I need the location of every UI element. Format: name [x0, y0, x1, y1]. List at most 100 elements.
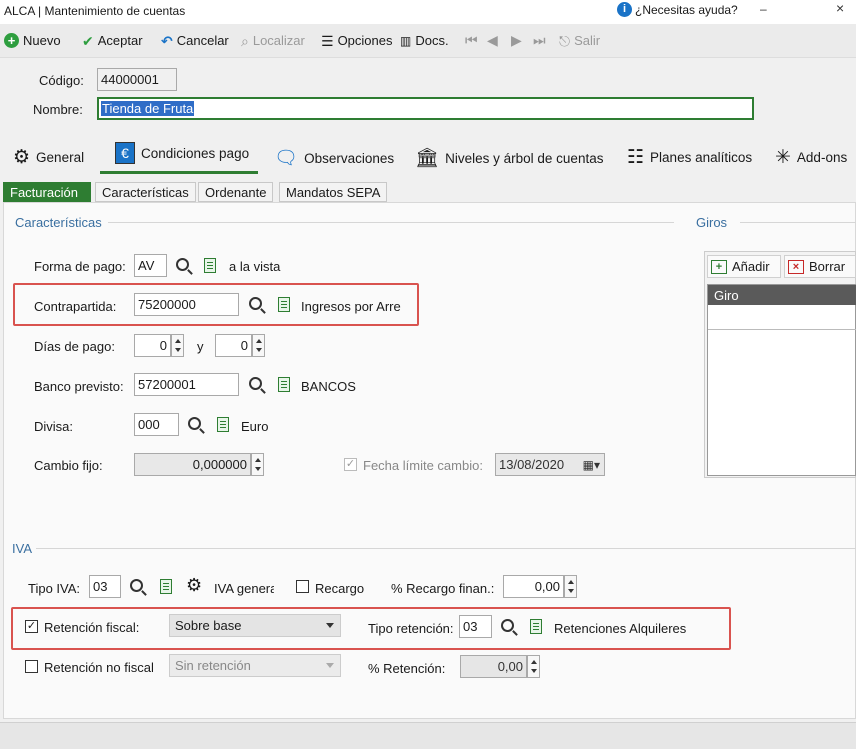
- fecha-limite-label: Fecha límite cambio:: [363, 458, 483, 473]
- options-button[interactable]: ☰ Opciones: [321, 33, 392, 48]
- cancel-button[interactable]: ↶ Cancelar: [161, 33, 229, 48]
- exit-icon: ⎋: [559, 32, 571, 49]
- search-icon[interactable]: [130, 579, 143, 592]
- tipo-retencion-field[interactable]: 03: [459, 615, 492, 638]
- divisa-desc: Euro: [241, 419, 269, 434]
- first-record-button[interactable]: ⏮: [465, 33, 478, 47]
- subtab-ordenante[interactable]: Ordenante: [198, 182, 274, 202]
- prev-icon: ◀: [487, 32, 498, 48]
- dias-pago-field-1[interactable]: 0: [134, 334, 171, 357]
- docs-button[interactable]: ▥ Docs.: [400, 33, 449, 48]
- document-icon[interactable]: [278, 377, 290, 392]
- euro-doc-icon: €: [115, 142, 135, 164]
- giros-row[interactable]: [708, 305, 856, 330]
- tipo-iva-field[interactable]: 03: [89, 575, 121, 598]
- tipo-iva-desc: IVA genera: [214, 581, 274, 596]
- document-icon[interactable]: [160, 579, 172, 594]
- retencion-no-fiscal-select[interactable]: Sin retención: [169, 654, 341, 677]
- calendar-icon[interactable]: ▦▾: [583, 457, 600, 474]
- nombre-field[interactable]: Tienda de Fruta: [97, 97, 754, 120]
- subtab-facturacion[interactable]: Facturación: [3, 182, 91, 202]
- close-button[interactable]: ×: [836, 0, 844, 16]
- giros-delete-button[interactable]: × Borrar: [784, 255, 856, 278]
- next-icon: ▶: [511, 32, 522, 48]
- last-icon: ⏭: [533, 32, 546, 48]
- search-icon: ⌕: [241, 32, 249, 49]
- new-button[interactable]: + Nuevo: [4, 33, 61, 48]
- locate-button[interactable]: ⌕ Localizar: [241, 33, 305, 48]
- document-icon[interactable]: [278, 297, 290, 312]
- pct-recargo-field[interactable]: 0,00: [503, 575, 564, 598]
- search-icon[interactable]: [188, 417, 201, 430]
- cambio-fijo-field[interactable]: 0,000000: [134, 453, 251, 476]
- tab-add-ons[interactable]: ✳ Add-ons: [775, 146, 847, 169]
- last-record-button[interactable]: ⏭: [533, 33, 546, 47]
- active-tab-indicator: [100, 171, 258, 174]
- network-icon: ✳: [775, 147, 791, 168]
- tab-planes-analiticos[interactable]: ☷ Planes analíticos: [627, 146, 752, 169]
- prev-record-button[interactable]: ◀: [487, 33, 498, 47]
- pct-retencion-field[interactable]: 0,00: [460, 655, 527, 678]
- recargo-checkbox[interactable]: [296, 580, 309, 593]
- pct-retencion-label: % Retención:: [368, 661, 446, 676]
- giros-title: Giros: [696, 215, 728, 230]
- pct-retencion-spinner[interactable]: [527, 655, 540, 678]
- retencion-no-fiscal-checkbox[interactable]: [25, 660, 38, 673]
- help-icon[interactable]: i: [617, 2, 632, 17]
- cambio-fijo-label: Cambio fijo:: [34, 458, 103, 473]
- divisa-field[interactable]: 000: [134, 413, 179, 436]
- giros-add-button[interactable]: + Añadir: [707, 255, 781, 278]
- forma-pago-field[interactable]: AV: [134, 254, 167, 277]
- search-icon[interactable]: [501, 619, 514, 632]
- dias-pago-label: Días de pago:: [34, 339, 115, 354]
- retencion-fiscal-checkbox[interactable]: ✓: [25, 620, 38, 633]
- gears-icon: ⚙: [13, 147, 31, 168]
- dias-pago-spinner-2[interactable]: [252, 334, 265, 357]
- tab-niveles[interactable]: 🏛 Niveles y árbol de cuentas: [415, 146, 603, 170]
- document-icon[interactable]: [217, 417, 229, 432]
- retencion-fiscal-select[interactable]: Sobre base: [169, 614, 341, 637]
- accept-button[interactable]: ✔ Aceptar: [82, 33, 143, 48]
- document-icon[interactable]: [530, 619, 542, 634]
- banco-desc: BANCOS: [301, 379, 356, 394]
- tab-condiciones-pago[interactable]: € Condiciones pago: [115, 142, 249, 164]
- dias-pago-separator: y: [197, 339, 204, 354]
- first-icon: ⏮: [465, 32, 478, 48]
- retencion-fiscal-label: Retención fiscal:: [44, 620, 140, 635]
- delete-row-icon: ×: [788, 259, 804, 274]
- undo-icon: ↶: [161, 32, 173, 49]
- pct-recargo-label: % Recargo finan.:: [391, 581, 495, 596]
- contrapartida-label: Contrapartida:: [34, 299, 117, 314]
- dias-pago-field-2[interactable]: 0: [215, 334, 252, 357]
- fecha-limite-checkbox[interactable]: ✓: [344, 458, 357, 471]
- dias-pago-spinner-1[interactable]: [171, 334, 184, 357]
- fecha-limite-field[interactable]: 13/08/2020 ▦▾: [495, 453, 605, 476]
- gear-icon[interactable]: ⚙: [186, 575, 202, 596]
- pct-recargo-spinner[interactable]: [564, 575, 577, 598]
- codigo-field[interactable]: 44000001: [97, 68, 177, 91]
- list-icon: ☰: [321, 32, 334, 49]
- contrapartida-field[interactable]: 75200000: [134, 293, 239, 316]
- search-icon[interactable]: [249, 377, 262, 390]
- next-record-button[interactable]: ▶: [511, 33, 522, 47]
- bank-icon: 🏛: [415, 148, 440, 169]
- search-icon[interactable]: [249, 297, 262, 310]
- minimize-button[interactable]: –: [760, 2, 767, 16]
- document-icon[interactable]: [204, 258, 216, 273]
- speech-bubble-icon: 🗨: [274, 148, 299, 169]
- search-icon[interactable]: [176, 258, 189, 271]
- banco-field[interactable]: 57200001: [134, 373, 239, 396]
- divisa-label: Divisa:: [34, 419, 74, 434]
- tab-general[interactable]: ⚙ General: [13, 146, 84, 169]
- tipo-retencion-desc: Retenciones Alquileres: [554, 621, 687, 636]
- tipo-iva-label: Tipo IVA:: [28, 581, 81, 596]
- nombre-label: Nombre:: [33, 102, 83, 117]
- subtab-caracteristicas[interactable]: Características: [95, 182, 196, 202]
- giros-divider: [740, 222, 856, 223]
- tab-observaciones[interactable]: 🗨 Observaciones: [274, 146, 394, 170]
- cambio-fijo-spinner[interactable]: [251, 453, 264, 476]
- exit-button[interactable]: ⎋ Salir: [559, 33, 600, 48]
- subtab-mandatos-sepa[interactable]: Mandatos SEPA: [279, 182, 388, 202]
- help-link[interactable]: ¿Necesitas ayuda?: [635, 3, 738, 17]
- giros-column-header[interactable]: Giro: [708, 285, 856, 305]
